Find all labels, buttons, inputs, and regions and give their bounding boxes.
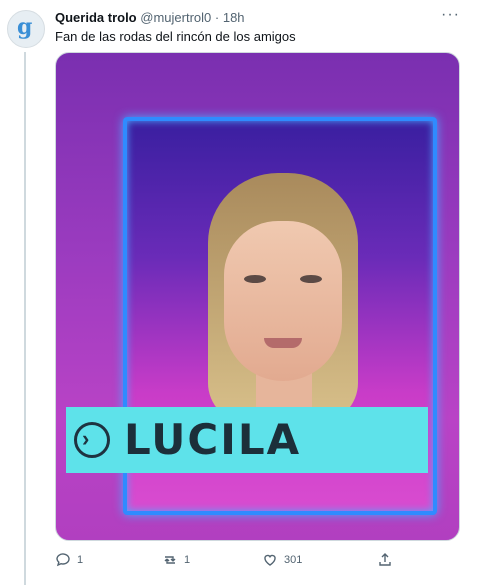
tweet-header: Querida trolo @mujertrol0 · 18h <box>55 10 245 26</box>
face <box>224 221 342 381</box>
like-button[interactable]: 301 <box>262 552 302 568</box>
reply-count: 1 <box>77 554 84 566</box>
retweet-icon <box>164 556 176 564</box>
author-name[interactable]: Querida trolo <box>55 10 137 25</box>
action-bar: 1 1 301 <box>55 552 405 570</box>
tweet-image[interactable]: › LUCILA <box>55 52 460 541</box>
avatar-glyph: g <box>17 14 33 40</box>
mouth <box>264 338 302 348</box>
name-label: LUCILA <box>124 415 302 464</box>
author-handle[interactable]: @mujertrol0 <box>140 10 211 25</box>
reply-icon <box>56 553 70 567</box>
thread-line <box>24 52 26 585</box>
more-options-icon[interactable]: ··· <box>441 6 460 24</box>
share-icon <box>379 553 391 566</box>
name-bar: › LUCILA <box>66 407 428 473</box>
retweet-count: 1 <box>184 554 191 566</box>
share-button[interactable] <box>377 552 393 568</box>
left-eye <box>244 275 266 283</box>
separator-dot: · <box>214 10 220 25</box>
like-count: 301 <box>284 554 303 566</box>
reply-button[interactable]: 1 <box>55 552 83 568</box>
tweet-text: Fan de las rodas del rincón de los amigo… <box>55 29 296 44</box>
right-eye <box>300 275 322 283</box>
avatar[interactable]: g <box>7 10 45 48</box>
arrow-icon: › <box>74 422 110 458</box>
timestamp[interactable]: 18h <box>223 10 245 25</box>
heart-icon <box>264 554 276 566</box>
retweet-button[interactable]: 1 <box>162 552 190 568</box>
